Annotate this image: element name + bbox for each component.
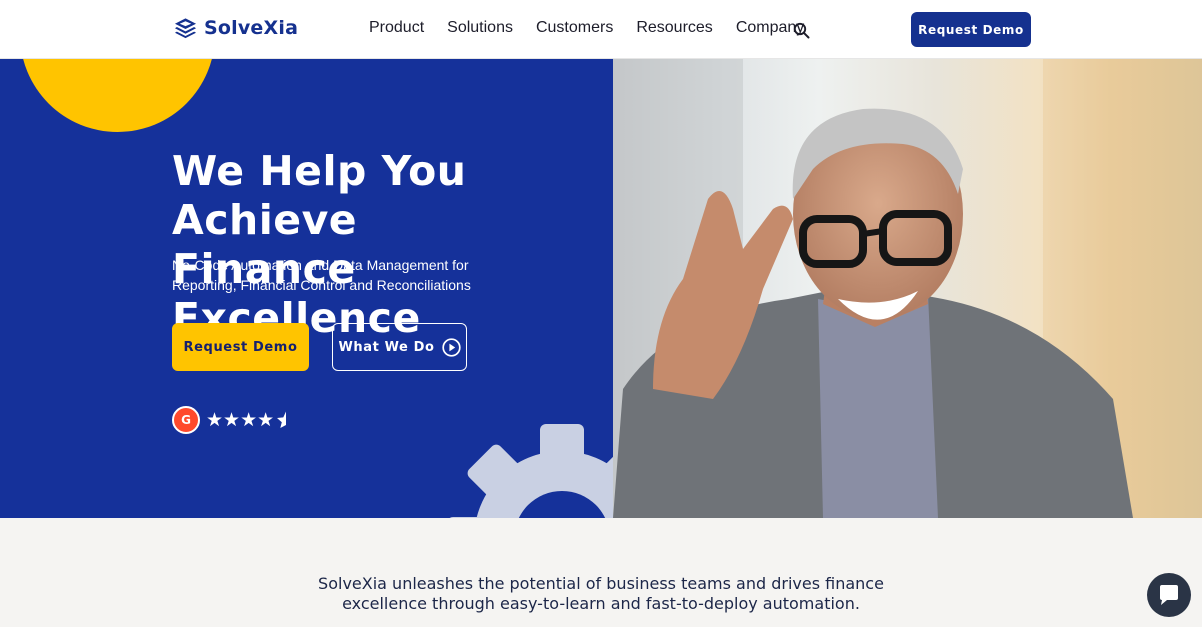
- request-demo-hero-button[interactable]: Request Demo: [172, 323, 309, 371]
- hero-panel: We Help You Achieve Finance Excellence N…: [0, 59, 613, 518]
- tagline-line-2: excellence through easy-to-learn and fas…: [342, 594, 860, 613]
- top-navigation-bar: SolveXia Product Solutions Customers Res…: [0, 0, 1202, 59]
- solvexia-logo[interactable]: SolveXia: [174, 17, 298, 39]
- nav-item-product[interactable]: Product: [369, 19, 424, 37]
- tagline-line-1: SolveXia unleashes the potential of busi…: [318, 574, 884, 593]
- gear-icon: [447, 424, 613, 518]
- full-stars: ★★★★: [206, 409, 275, 431]
- logo-text: SolveXia: [204, 17, 299, 39]
- tagline-text: SolveXia unleashes the potential of busi…: [0, 574, 1202, 614]
- hero-title: We Help You Achieve Finance Excellence: [172, 147, 612, 343]
- what-we-do-button[interactable]: What We Do: [332, 323, 467, 371]
- g2-logo-icon: G: [172, 406, 200, 434]
- hero-photo: [613, 59, 1202, 518]
- search-icon[interactable]: [793, 22, 810, 39]
- hero-subtitle-line-1: No-Code Automation and Data Management f…: [172, 257, 469, 273]
- what-we-do-label: What We Do: [338, 339, 435, 355]
- chat-widget-button[interactable]: [1147, 573, 1191, 617]
- logo-layers-icon: [174, 18, 197, 39]
- request-demo-header-button[interactable]: Request Demo: [911, 12, 1031, 47]
- g2-badge-text: G: [181, 413, 191, 427]
- nav-item-customers[interactable]: Customers: [536, 19, 613, 37]
- g2-rating: G ★★★★: [172, 406, 287, 434]
- decorative-yellow-circle: [20, 59, 215, 132]
- star-rating: ★★★★: [206, 409, 287, 431]
- half-star-icon: [277, 411, 287, 428]
- main-nav: Product Solutions Customers Resources Co…: [369, 19, 804, 37]
- play-circle-icon: [441, 337, 461, 357]
- nav-item-solutions[interactable]: Solutions: [447, 19, 513, 37]
- hero-subtitle: No-Code Automation and Data Management f…: [172, 255, 472, 295]
- nav-item-resources[interactable]: Resources: [636, 19, 712, 37]
- hero-title-line-1: We Help You Achieve: [172, 147, 467, 244]
- hero-subtitle-line-2: Reporting, Financial Control and Reconci…: [172, 277, 471, 293]
- tagline-section: SolveXia unleashes the potential of busi…: [0, 518, 1202, 627]
- chat-bubble-icon: [1160, 585, 1178, 605]
- smiling-man-photo: [613, 59, 1202, 518]
